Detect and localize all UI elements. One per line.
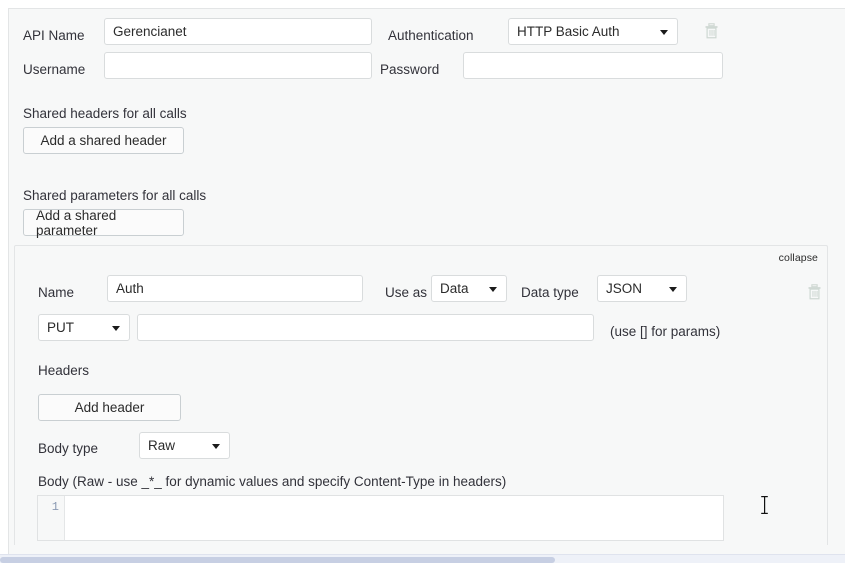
collapse-endpoint-link[interactable]: collapse (779, 252, 818, 264)
body-type-select-value: Raw (148, 438, 176, 453)
endpoint-name-label: Name (38, 285, 75, 300)
left-white-gutter (0, 8, 8, 554)
data-type-label: Data type (521, 285, 579, 300)
body-description-label: Body (Raw - use _*_ for dynamic values a… (38, 474, 507, 489)
chevron-down-icon (112, 325, 120, 331)
api-name-label: API Name (23, 28, 85, 43)
editor-line-gutter: 1 (38, 496, 65, 540)
text-cursor-pointer (761, 496, 768, 514)
chevron-down-icon (212, 443, 220, 449)
chevron-down-icon (660, 29, 668, 35)
data-type-select[interactable]: JSON (597, 275, 687, 302)
shared-parameters-label: Shared parameters for all calls (23, 188, 207, 203)
api-name-input[interactable] (104, 18, 372, 45)
shared-headers-label: Shared headers for all calls (23, 106, 187, 121)
add-shared-parameter-button[interactable]: Add a shared parameter (23, 208, 184, 238)
use-as-select-value: Data (440, 281, 469, 296)
http-method-select-value: PUT (47, 320, 74, 335)
line-number: 1 (51, 500, 59, 514)
horizontal-scrollbar-thumb[interactable] (0, 557, 555, 563)
url-params-hint: (use [] for params) (610, 324, 721, 339)
endpoint-name-input[interactable] (107, 275, 363, 302)
body-type-select[interactable]: Raw (139, 432, 230, 459)
body-code-editor[interactable]: 1 (37, 495, 724, 541)
add-shared-header-button[interactable]: Add a shared header (23, 127, 184, 154)
password-input[interactable] (463, 52, 723, 79)
username-input[interactable] (104, 52, 372, 79)
delete-api-button[interactable] (704, 23, 719, 39)
add-header-button[interactable]: Add header (38, 394, 181, 421)
authentication-select-value: HTTP Basic Auth (517, 24, 620, 39)
trash-icon (808, 284, 821, 300)
username-label: Username (23, 62, 86, 77)
editor-text-area[interactable] (65, 496, 723, 540)
data-type-select-value: JSON (606, 281, 643, 296)
horizontal-scrollbar-track[interactable] (0, 554, 845, 563)
trash-icon (705, 23, 718, 39)
use-as-select[interactable]: Data (431, 275, 507, 302)
endpoint-headers-label: Headers (38, 363, 90, 378)
delete-endpoint-button[interactable] (807, 284, 822, 300)
chevron-down-icon (669, 286, 677, 292)
api-editor-page: API Name Authentication HTTP Basic Auth … (0, 0, 845, 563)
top-white-strip (0, 0, 845, 8)
password-label: Password (380, 62, 440, 77)
use-as-label: Use as (385, 285, 428, 300)
http-method-select[interactable]: PUT (38, 314, 130, 341)
endpoint-url-input[interactable] (137, 314, 594, 341)
body-type-label: Body type (38, 441, 99, 456)
authentication-select[interactable]: HTTP Basic Auth (508, 18, 678, 45)
authentication-label: Authentication (388, 28, 474, 43)
chevron-down-icon (489, 286, 497, 292)
